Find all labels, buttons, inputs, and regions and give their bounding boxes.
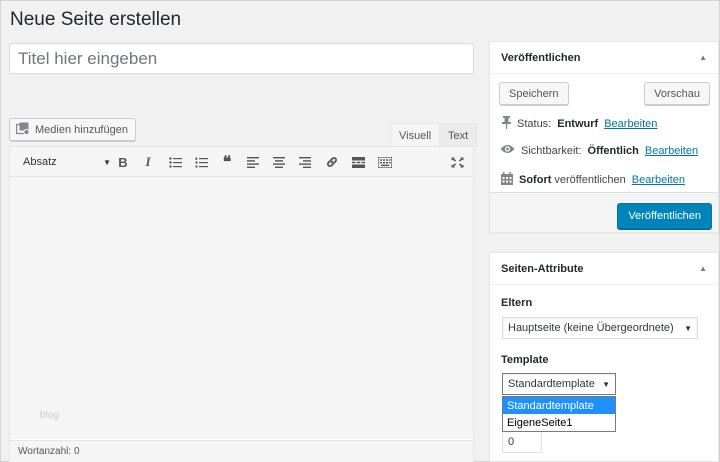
align-right-icon[interactable] <box>295 152 315 172</box>
chevron-down-icon: ▼ <box>602 379 610 389</box>
publish-button[interactable]: Veröffentlichen <box>617 203 712 229</box>
pin-icon <box>502 116 511 132</box>
editor-content-area[interactable] <box>10 177 473 439</box>
template-select[interactable]: Standardtemplate ▼ <box>502 373 616 395</box>
publish-actions: Veröffentlichen <box>490 192 718 232</box>
editor-toolbar: Absatz ▼ B I ❝ <box>10 147 473 177</box>
template-option[interactable]: Standardtemplate <box>503 397 615 414</box>
chevron-down-icon: ▼ <box>103 157 111 167</box>
tab-text[interactable]: Text <box>439 123 478 147</box>
link-icon[interactable] <box>322 152 342 172</box>
align-center-icon[interactable] <box>269 152 289 172</box>
toolbar-toggle-icon[interactable] <box>375 152 395 172</box>
blockquote-icon[interactable]: ❝ <box>217 152 237 172</box>
template-option[interactable]: EigeneSeite1 <box>503 414 615 431</box>
visibility-row: Sichtbarkeit: Öffentlich Bearbeiten <box>500 144 698 157</box>
page-title: Neue Seite erstellen <box>10 9 182 30</box>
template-select-value: Standardtemplate <box>508 378 595 390</box>
status-row: Status: Entwurf Bearbeiten <box>502 116 657 132</box>
bullet-list-icon[interactable] <box>165 152 185 172</box>
publish-box: Veröffentlichen ▲ Speichern Vorschau Sta… <box>489 41 719 233</box>
italic-icon[interactable]: I <box>138 152 158 172</box>
status-label: Status: <box>517 118 552 130</box>
collapse-arrow-icon[interactable]: ▲ <box>699 264 707 273</box>
numbered-list-icon[interactable] <box>191 152 211 172</box>
schedule-text: veröffentlichen <box>554 174 626 186</box>
edit-status-link[interactable]: Bearbeiten <box>604 118 657 130</box>
title-input[interactable] <box>9 43 474 74</box>
more-tag-icon[interactable] <box>348 152 368 172</box>
publish-box-header[interactable]: Veröffentlichen ▲ <box>490 42 718 74</box>
edit-schedule-link[interactable]: Bearbeiten <box>632 174 685 186</box>
publish-box-title: Veröffentlichen <box>501 51 581 64</box>
chevron-down-icon: ▼ <box>684 323 692 333</box>
word-count: Wortanzahl: 0 <box>18 446 80 457</box>
tab-visual[interactable]: Visuell <box>390 123 441 147</box>
eye-icon <box>500 144 515 157</box>
format-select[interactable]: Absatz ▼ <box>20 152 115 172</box>
calendar-icon <box>501 172 513 188</box>
collapse-arrow-icon[interactable]: ▲ <box>699 53 707 62</box>
align-left-icon[interactable] <box>243 152 263 172</box>
add-media-label: Medien hinzufügen <box>35 123 128 136</box>
save-draft-button[interactable]: Speichern <box>499 82 569 105</box>
parent-select-value: Hauptseite (keine Übergeordnete) <box>508 322 674 334</box>
media-icon <box>15 122 31 138</box>
preview-button[interactable]: Vorschau <box>644 82 710 105</box>
order-input[interactable] <box>502 431 542 453</box>
visibility-label: Sichtbarkeit: <box>521 144 582 157</box>
bold-icon[interactable]: B <box>113 152 133 172</box>
editor-statusbar: Wortanzahl: 0 <box>10 440 473 462</box>
page-attributes-box: Seiten-Attribute ▲ Eltern Hauptseite (ke… <box>489 252 719 462</box>
status-value: Entwurf <box>557 118 599 130</box>
schedule-immediately: Sofort <box>519 174 552 186</box>
blog-watermark: blog <box>40 410 59 421</box>
fullscreen-icon[interactable] <box>447 152 467 172</box>
template-label: Template <box>501 354 549 366</box>
visibility-value: Öffentlich <box>587 144 639 157</box>
template-dropdown-list: Standardtemplate EigeneSeite1 <box>502 396 616 432</box>
parent-select[interactable]: Hauptseite (keine Übergeordnete) ▼ <box>502 317 698 339</box>
add-media-button[interactable]: Medien hinzufügen <box>9 118 136 141</box>
format-select-value: Absatz <box>23 156 57 168</box>
parent-label: Eltern <box>501 297 533 309</box>
page-attributes-title: Seiten-Attribute <box>501 262 584 275</box>
schedule-row: Sofort veröffentlichen Bearbeiten <box>501 172 685 188</box>
edit-visibility-link[interactable]: Bearbeiten <box>645 145 698 157</box>
editor: Absatz ▼ B I ❝ blog Wortanzahl: 0 <box>9 146 474 462</box>
page-attributes-header[interactable]: Seiten-Attribute ▲ <box>490 253 718 285</box>
